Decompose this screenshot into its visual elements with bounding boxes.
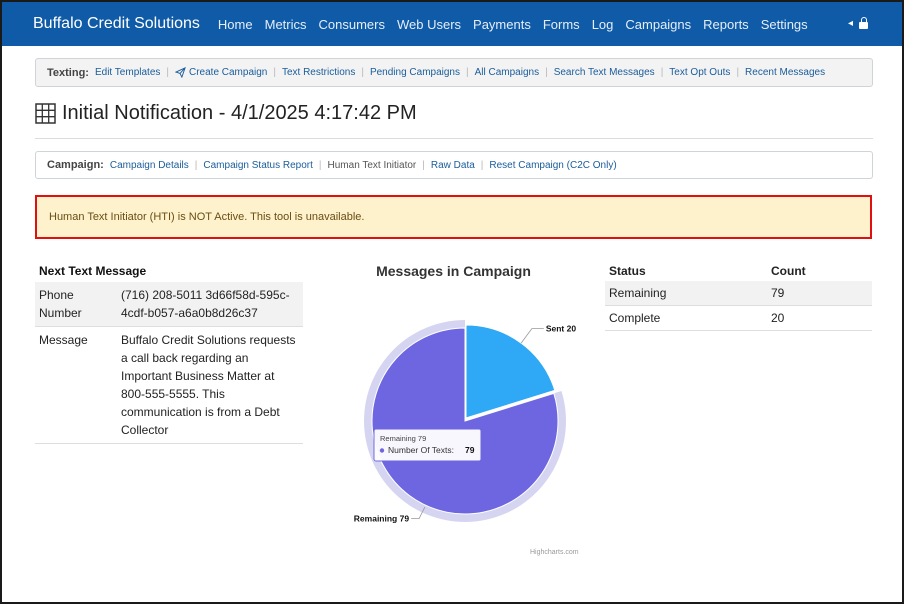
- nav-metrics[interactable]: Metrics: [265, 17, 307, 32]
- row-value: Buffalo Credit Solutions requests a call…: [121, 333, 296, 437]
- link-text-restrictions[interactable]: Text Restrictions: [282, 67, 355, 78]
- link-edit-templates[interactable]: Edit Templates: [95, 67, 160, 78]
- cell-status: Remaining: [609, 286, 667, 300]
- header-count: Count: [771, 263, 806, 278]
- texting-label: Texting:: [47, 66, 89, 79]
- campaign-subnav: Campaign: Campaign Details | Campaign St…: [35, 151, 873, 179]
- link-search-text-messages[interactable]: Search Text Messages: [554, 67, 655, 78]
- chart-tooltip: Remaining 79 Number Of Texts: 79: [373, 428, 482, 462]
- divider: |: [273, 67, 276, 78]
- table-header-row: Status Count: [605, 260, 872, 281]
- divider: |: [194, 159, 198, 171]
- status-count-table: Status Count Remaining 79 Complete 20: [605, 260, 872, 331]
- cell-count: 20: [771, 311, 785, 325]
- app-window: Buffalo Credit Solutions Home Metrics Co…: [0, 0, 904, 604]
- divider: |: [466, 67, 469, 78]
- table-row: Message Buffalo Credit Solutions request…: [35, 327, 303, 444]
- divider: |: [545, 67, 548, 78]
- nav-reports[interactable]: Reports: [703, 17, 749, 32]
- row-key: Message: [39, 333, 88, 347]
- nav-home[interactable]: Home: [218, 17, 253, 32]
- table-row: Phone Number (716) 208-5011 3d66f58d-595…: [35, 282, 303, 327]
- title-divider: [35, 138, 873, 139]
- send-icon: [174, 67, 186, 78]
- nav-forms[interactable]: Forms: [543, 17, 580, 32]
- link-pending-campaigns[interactable]: Pending Campaigns: [370, 67, 460, 78]
- divider: |: [736, 67, 740, 78]
- link-reset-campaign[interactable]: Reset Campaign (C2C Only): [489, 160, 616, 171]
- table-row: Remaining 79: [605, 281, 872, 306]
- row-value: (716) 208-5011 3d66f58d-595c-4cdf-b057-a…: [121, 288, 290, 320]
- link-all-campaigns[interactable]: All Campaigns: [475, 67, 539, 78]
- page-title: Initial Notification - 4/1/2025 4:17:42 …: [62, 102, 417, 124]
- next-message-header: Next Text Message: [39, 264, 147, 278]
- divider: |: [480, 159, 484, 171]
- divider: |: [361, 67, 364, 78]
- nav-campaigns[interactable]: Campaigns: [625, 17, 691, 32]
- row-key: Phone Number: [39, 288, 82, 320]
- chart-credits[interactable]: Highcharts.com: [530, 549, 579, 556]
- link-campaign-details[interactable]: Campaign Details: [110, 160, 189, 171]
- top-navbar: Buffalo Credit Solutions Home Metrics Co…: [2, 2, 902, 46]
- link-campaign-status-report[interactable]: Campaign Status Report: [203, 160, 313, 171]
- data-label-remaining: Remaining 79: [354, 514, 410, 524]
- pie-chart-svg: Sent 20 Remaining 79 Remaining 79 Number…: [354, 318, 579, 556]
- cell-count: 79: [771, 286, 785, 300]
- link-create-campaign[interactable]: Create Campaign: [174, 67, 268, 78]
- cell-status: Complete: [609, 311, 661, 325]
- brand-logo-text[interactable]: Buffalo Credit Solutions: [33, 15, 200, 33]
- divider: |: [660, 67, 664, 78]
- tooltip-value: 79: [465, 445, 475, 455]
- link-text-opt-outs[interactable]: Text Opt Outs: [669, 67, 730, 78]
- main-nav: Home Metrics Consumers Web Users Payment…: [218, 17, 820, 32]
- page-header: Initial Notification - 4/1/2025 4:17:42 …: [35, 102, 417, 125]
- alert-text: Human Text Initiator (HTI) is NOT Active…: [49, 211, 365, 223]
- messages-pie-chart: Messages in Campaign Sent 20 Remaining 7…: [327, 258, 592, 558]
- user-menu[interactable]: ◂: [848, 17, 868, 29]
- next-message-table: Next Text Message Phone Number (716) 208…: [35, 260, 303, 444]
- hti-inactive-alert: Human Text Initiator (HTI) is NOT Active…: [35, 195, 872, 239]
- table-row: Complete 20: [605, 306, 872, 331]
- link-human-text-initiator: Human Text Initiator: [327, 159, 417, 171]
- nav-log[interactable]: Log: [592, 17, 614, 32]
- link-raw-data[interactable]: Raw Data: [431, 160, 475, 171]
- nav-web-users[interactable]: Web Users: [397, 17, 461, 32]
- divider: |: [166, 67, 169, 78]
- table-grid-icon: [35, 103, 56, 124]
- tooltip-title: Remaining 79: [380, 434, 426, 443]
- lock-icon: [859, 17, 868, 29]
- nav-settings[interactable]: Settings: [761, 17, 808, 32]
- link-recent-messages[interactable]: Recent Messages: [745, 67, 825, 78]
- link-create-campaign-label: Create Campaign: [188, 67, 268, 78]
- header-status: Status: [609, 263, 646, 278]
- divider: |: [318, 159, 322, 171]
- caret-left-icon: ◂: [847, 17, 853, 29]
- campaign-label: Campaign:: [47, 159, 104, 171]
- tooltip-series-dot: [379, 448, 385, 453]
- data-label-sent: Sent 20: [546, 324, 577, 334]
- texting-subnav: Texting: Edit Templates | Create Campaig…: [35, 58, 873, 87]
- nav-consumers[interactable]: Consumers: [319, 17, 385, 32]
- divider: |: [422, 159, 425, 171]
- tooltip-series-name: Number Of Texts:: [388, 445, 454, 455]
- nav-payments[interactable]: Payments: [473, 17, 531, 32]
